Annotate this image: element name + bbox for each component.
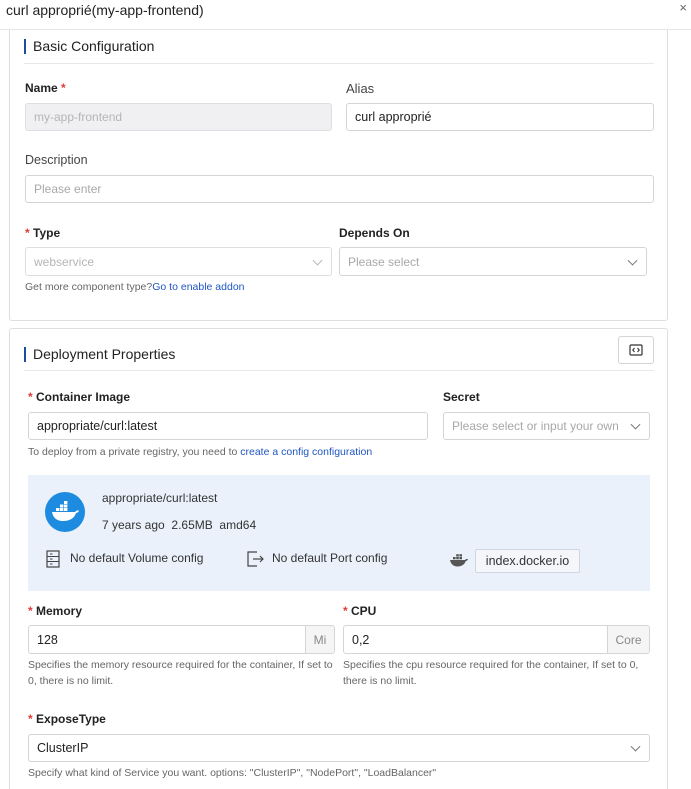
- drawer-header: curl approprié(my-app-frontend) ×: [0, 0, 691, 30]
- memory-unit: Mi: [305, 626, 334, 653]
- drawer-title: curl approprié(my-app-frontend): [6, 2, 204, 18]
- memory-input[interactable]: 128 Mi: [28, 625, 335, 654]
- type-select: webservice: [25, 247, 332, 276]
- memory-hint: Specifies the memory resource required f…: [28, 659, 333, 687]
- image-info-panel: appropriate/curl:latest 7 years ago 2.65…: [28, 475, 650, 591]
- divider: [24, 63, 654, 64]
- addon-hint: Get more component type?Go to enable add…: [25, 281, 245, 293]
- code-view-button[interactable]: [618, 336, 654, 364]
- secret-select[interactable]: Please select or input your own: [443, 412, 650, 440]
- expose-type-label: * ExposeType: [28, 712, 106, 726]
- cpu-input[interactable]: 0,2 Core: [343, 625, 650, 654]
- code-icon: [629, 344, 643, 356]
- cpu-unit: Core: [607, 626, 649, 653]
- port-icon: [247, 551, 264, 567]
- chevron-down-icon: [630, 419, 641, 430]
- description-input[interactable]: Please enter: [25, 175, 654, 203]
- image-name: appropriate/curl:latest: [102, 491, 218, 505]
- alias-input[interactable]: curl approprié: [346, 103, 654, 131]
- secret-label: Secret: [443, 390, 480, 404]
- volume-icon: [46, 550, 60, 568]
- registry-hint: To deploy from a private registry, you n…: [28, 446, 373, 458]
- expose-type-hint: Specify what kind of Service you want. o…: [28, 767, 437, 779]
- chevron-down-icon: [312, 255, 323, 266]
- close-icon[interactable]: ×: [679, 1, 687, 15]
- depends-on-label: Depends On: [339, 226, 410, 240]
- container-image-input[interactable]: appropriate/curl:latest: [28, 412, 428, 440]
- type-label: * Type: [25, 226, 61, 240]
- port-config-text: No default Port config: [272, 551, 388, 565]
- registry-badge: index.docker.io: [475, 549, 580, 573]
- image-meta: 7 years ago 2.65MB amd64: [102, 518, 257, 532]
- deployment-properties-title: Deployment Properties: [24, 347, 175, 362]
- depends-on-select[interactable]: Please select: [339, 247, 647, 276]
- divider: [24, 370, 654, 371]
- basic-configuration-title: Basic Configuration: [24, 39, 154, 54]
- chevron-down-icon: [627, 255, 638, 266]
- create-config-link[interactable]: create a config configuration: [240, 446, 372, 458]
- memory-label: * Memory: [28, 604, 83, 618]
- cpu-hint: Specifies the cpu resource required for …: [343, 659, 639, 687]
- volume-config-text: No default Volume config: [70, 551, 204, 565]
- chevron-down-icon: [630, 741, 641, 752]
- alias-label: Alias: [346, 81, 375, 96]
- name-input: my-app-frontend: [25, 103, 332, 131]
- docker-registry-icon: [450, 554, 468, 567]
- expose-type-select[interactable]: ClusterIP: [28, 734, 650, 762]
- container-image-label: * Container Image: [28, 390, 131, 404]
- description-label: Description: [25, 153, 88, 167]
- name-label: Name *: [25, 81, 66, 95]
- docker-logo-icon: [45, 492, 85, 532]
- enable-addon-link[interactable]: Go to enable addon: [152, 281, 244, 293]
- cpu-label: * CPU: [343, 604, 377, 618]
